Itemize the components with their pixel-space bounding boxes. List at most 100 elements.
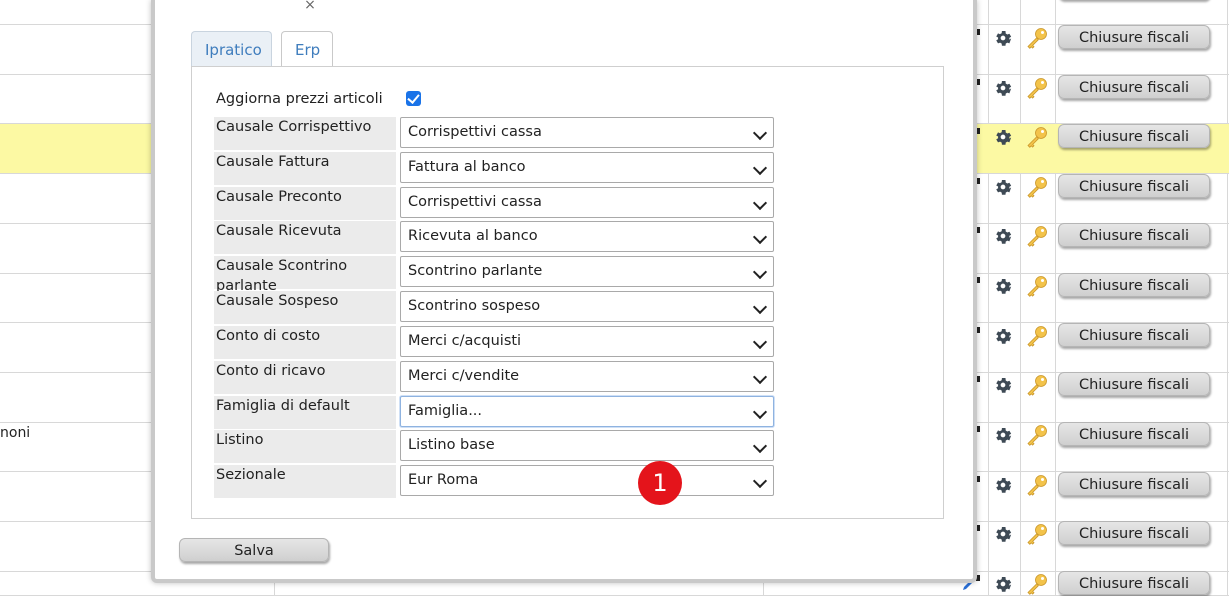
chiusure-fiscali-button[interactable]: Chiusure fiscali [1058,571,1210,595]
save-button[interactable]: Salva [179,538,329,562]
form-row: Sezionale Eur Roma [214,465,774,498]
field-select[interactable]: Fattura al banco [400,152,774,183]
chiusure-fiscali-button[interactable]: Chiusure fiscali [1058,323,1210,347]
select-value: Corrispettivi cassa [408,124,542,140]
tab-ipratico[interactable]: Ipratico [191,31,272,67]
chiusure-fiscali-button[interactable]: Chiusure fiscali [1058,472,1210,496]
chevron-down-icon [752,473,768,489]
key-icon[interactable] [1025,473,1049,497]
select-value: Corrispettivi cassa [408,194,542,210]
field-label: Conto di ricavo [214,361,396,394]
form-row: Conto di costo Merci c/acquisti [214,326,774,359]
field-label: Causale Corrispettivo [214,117,396,150]
gear-icon[interactable] [992,176,1014,198]
key-icon[interactable] [1025,224,1049,248]
chiusure-fiscali-button[interactable]: Chiusure fiscali [1058,422,1210,446]
key-icon[interactable] [1025,423,1049,447]
chiusure-fiscali-button[interactable]: Chiusure fiscali [1058,521,1210,545]
gear-icon[interactable] [992,474,1014,496]
chiusure-fiscali-button[interactable]: Chiusure fiscali [1058,75,1210,99]
field-select[interactable]: Listino base [400,430,774,461]
chiusure-fiscali-button[interactable]: Chiusure fiscali [1058,223,1210,247]
form-row: Causale Sospeso Scontrino sospeso [214,291,774,324]
key-icon[interactable] [1025,76,1049,100]
tab-erp[interactable]: Erp [281,31,333,68]
field-select[interactable]: Corrispettivi cassa [400,187,774,218]
select-value: Eur Roma [408,472,479,488]
gear-icon[interactable] [992,225,1014,247]
field-label: Causale Scontrino parlante [214,256,396,294]
select-value: Merci c/acquisti [408,333,522,349]
field-select[interactable]: Scontrino parlante [400,256,774,287]
select-value: Famiglia... [408,403,483,419]
row-text: noni [0,425,31,441]
field-label: Famiglia di default [214,396,396,429]
field-select[interactable]: Corrispettivi cassa [400,117,774,148]
close-icon[interactable]: × [301,0,319,12]
gear-icon[interactable] [992,325,1014,347]
field-select[interactable]: Merci c/acquisti [400,326,774,357]
field-label: Causale Ricevuta [214,221,396,254]
form-row: Causale Corrispettivo Corrispettivi cassa [214,117,774,150]
form-row: Causale Ricevuta Ricevuta al banco [214,221,774,254]
field-label: Causale Fattura [214,152,396,185]
gear-icon[interactable] [992,374,1014,396]
form-row: Causale Scontrino parlante Scontrino parl… [214,256,774,294]
field-select[interactable]: Merci c/vendite [400,361,774,392]
gear-icon[interactable] [992,523,1014,545]
form-row: Conto di ricavo Merci c/vendite [214,361,774,394]
select-value: Fattura al banco [408,159,526,175]
chevron-down-icon [752,229,768,245]
gear-icon[interactable] [992,126,1014,148]
chevron-down-icon [752,334,768,350]
form-row-aggiorna-prezzi: Aggiorna prezzi articoli [214,87,774,118]
chevron-down-icon [752,160,768,176]
select-value: Listino base [408,437,495,453]
chiusure-fiscali-button[interactable]: Chiusure fiscali [1058,25,1210,49]
form-row: Listino Listino base [214,430,774,463]
settings-dialog: × Ipratico Erp Aggiorna prezzi articoli … [151,0,977,583]
key-icon[interactable] [1025,373,1049,397]
key-icon[interactable] [1025,274,1049,298]
aggiorna-prezzi-checkbox[interactable] [406,91,421,106]
chevron-down-icon [752,195,768,211]
chevron-down-icon [752,438,768,454]
key-icon[interactable] [1025,572,1049,596]
key-icon[interactable] [1025,522,1049,546]
key-icon[interactable] [1025,175,1049,199]
key-icon[interactable] [1025,26,1049,50]
field-label: Conto di costo [214,326,396,359]
chiusure-fiscali-button[interactable]: Chiusure fiscali [1058,174,1210,198]
field-label: Sezionale [214,465,396,498]
chevron-down-icon [752,125,768,141]
field-label: Causale Preconto [214,187,396,220]
key-icon[interactable] [1025,125,1049,149]
select-value: Scontrino parlante [408,263,543,279]
chiusure-fiscali-button[interactable]: Chiusure fiscali [1058,124,1210,148]
chevron-down-icon [752,404,768,420]
select-value: Ricevuta al banco [408,228,538,244]
gear-icon[interactable] [992,27,1014,49]
gear-icon[interactable] [992,573,1014,595]
chiusure-fiscali-button[interactable]: Chiusure fiscali [1058,372,1210,396]
erp-panel: Aggiorna prezzi articoli Causale Corrisp… [191,66,944,519]
chiusure-fiscali-button[interactable]: Chiusure fiscali [1058,273,1210,297]
chevron-down-icon [752,369,768,385]
form-row: Causale Preconto Corrispettivi cassa [214,187,774,220]
field-select[interactable]: Ricevuta al banco [400,221,774,252]
field-select[interactable]: Eur Roma [400,465,774,496]
chevron-down-icon [752,264,768,280]
chevron-down-icon [752,299,768,315]
step-badge: 1 [638,461,682,505]
gear-icon[interactable] [992,275,1014,297]
field-select[interactable]: Scontrino sospeso [400,291,774,322]
key-icon[interactable] [1025,324,1049,348]
field-label: Causale Sospeso [214,291,396,324]
field-select[interactable]: Famiglia... [400,396,774,427]
gear-icon[interactable] [992,424,1014,446]
select-value: Merci c/vendite [408,368,520,384]
form-row: Famiglia di default Famiglia... [214,396,774,429]
key-icon[interactable] [1025,0,1049,1]
select-value: Scontrino sospeso [408,298,541,314]
gear-icon[interactable] [992,77,1014,99]
